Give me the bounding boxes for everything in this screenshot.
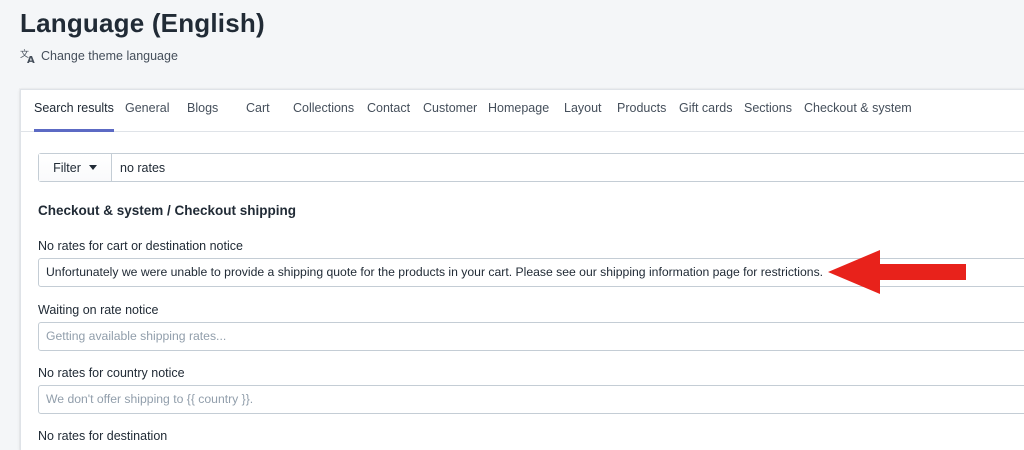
caret-down-icon [88,165,97,170]
tab-checkout-system[interactable]: Checkout & system [804,90,912,131]
page-title: Language (English) [20,8,265,38]
field-label-waiting-rate: Waiting on rate notice [38,303,159,317]
filter-button-label: Filter [53,160,81,175]
field-label-no-rates-destination: No rates for destination [38,429,168,443]
svg-text:A: A [27,55,35,64]
tab-cart[interactable]: Cart [246,90,270,131]
tab-layout[interactable]: Layout [564,90,602,131]
section-title: Checkout & system / Checkout shipping [38,203,297,218]
change-theme-language-link[interactable]: 文 A Change theme language [20,48,178,66]
waiting-rate-input[interactable]: Getting available shipping rates... [38,322,1024,351]
field-label-no-rates-cart: No rates for cart or destination notice [38,239,243,253]
red-arrow-left [828,250,966,294]
tab-sections[interactable]: Sections [744,90,792,131]
tab-gift-cards[interactable]: Gift cards [679,90,733,131]
filter-bar: Filter [38,153,1024,182]
tab-homepage[interactable]: Homepage [488,90,549,131]
tab-search-results[interactable]: Search results [34,90,114,132]
tab-collections[interactable]: Collections [293,90,354,131]
tab-products[interactable]: Products [617,90,666,131]
filter-button[interactable]: Filter [39,154,112,181]
tab-blogs[interactable]: Blogs [187,90,218,131]
no-rates-country-input[interactable]: We don't offer shipping to {{ country }}… [38,385,1024,414]
field-label-no-rates-country: No rates for country notice [38,366,185,380]
change-theme-language-label: Change theme language [41,49,178,63]
tab-contact[interactable]: Contact [367,90,410,131]
filter-search-input[interactable] [112,154,1024,181]
translate-icon: 文 A [20,48,36,66]
tab-customer[interactable]: Customer [423,90,477,131]
tab-bar: Search results General Blogs Cart Collec… [21,90,1024,132]
tab-general[interactable]: General [125,90,169,131]
